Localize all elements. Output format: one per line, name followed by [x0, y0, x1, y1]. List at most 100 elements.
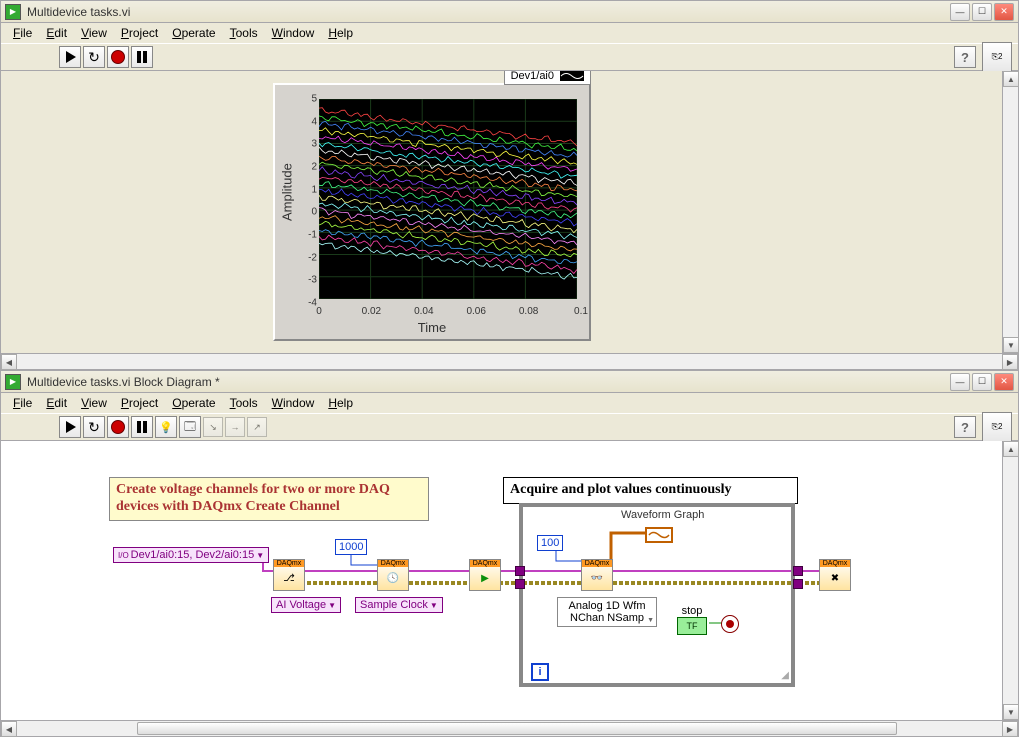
horizontal-scrollbar[interactable]: ◀ ▶: [1, 720, 1018, 736]
minimize-button[interactable]: —: [950, 3, 970, 21]
abort-button[interactable]: [107, 416, 129, 438]
menu-edit[interactable]: Edit: [40, 24, 73, 42]
stop-button-terminal[interactable]: stop TF: [677, 605, 707, 635]
run-button[interactable]: [59, 46, 81, 68]
daqmx-header: DAQmx: [274, 560, 304, 567]
step-into-button[interactable]: ↘: [203, 417, 223, 437]
run-button[interactable]: [59, 416, 81, 438]
loop-tunnel-error[interactable]: [515, 579, 525, 589]
menu-operate[interactable]: Operate: [166, 394, 221, 412]
comment-acquire: Acquire and plot values continuously: [503, 477, 798, 504]
scroll-thumb[interactable]: [137, 722, 897, 735]
maximize-button[interactable]: ☐: [972, 3, 992, 21]
minimize-button[interactable]: —: [950, 373, 970, 391]
vertical-scrollbar[interactable]: ▲ ▼: [1002, 441, 1018, 720]
loop-tunnel-task-out[interactable]: [793, 566, 803, 576]
selector-label: AI Voltage: [276, 599, 326, 611]
scroll-left-button[interactable]: ◀: [1, 721, 17, 737]
menu-window[interactable]: Window: [266, 24, 321, 42]
titlebar[interactable]: ▶ Multidevice tasks.vi — ☐ ✕: [1, 1, 1018, 23]
pause-button[interactable]: [131, 46, 153, 68]
menu-edit[interactable]: Edit: [40, 394, 73, 412]
abort-button[interactable]: [107, 46, 129, 68]
daqmx-clear-task-vi[interactable]: DAQmx ✖: [819, 559, 851, 591]
horizontal-scrollbar[interactable]: ◀ ▶: [1, 353, 1018, 369]
scroll-up-button[interactable]: ▲: [1003, 441, 1019, 457]
vi-icon-pane[interactable]: ⎘2: [982, 412, 1012, 442]
resize-handle-icon[interactable]: ◢: [781, 670, 789, 681]
clear-icon: ✖: [831, 567, 839, 590]
daqmx-timing-vi[interactable]: DAQmx 🕓: [377, 559, 409, 591]
scroll-right-button[interactable]: ▶: [1002, 354, 1018, 370]
daqmx-create-channel-vi[interactable]: DAQmx ⎇: [273, 559, 305, 591]
run-continuously-button[interactable]: [83, 416, 105, 438]
loop-condition-terminal[interactable]: [721, 615, 739, 633]
block-diagram-canvas[interactable]: Create voltage channels for two or more …: [1, 441, 1002, 720]
menu-tools[interactable]: Tools: [224, 394, 264, 412]
daqmx-start-task-vi[interactable]: DAQmx ▶: [469, 559, 501, 591]
highlight-execution-button[interactable]: [155, 416, 177, 438]
x-tick: 0.06: [466, 306, 485, 317]
waveform-graph-terminal[interactable]: [645, 527, 673, 543]
physical-channels-constant[interactable]: I/O Dev1/ai0:15, Dev2/ai0:15 ▼: [113, 547, 269, 563]
plot-area: [319, 99, 577, 299]
menubar: File Edit View Project Operate Tools Win…: [1, 23, 1018, 43]
plot-legend[interactable]: Dev1/ai0: [504, 71, 591, 85]
run-continuously-button[interactable]: [83, 46, 105, 68]
close-button[interactable]: ✕: [994, 3, 1014, 21]
titlebar[interactable]: ▶ Multidevice tasks.vi Block Diagram * —…: [1, 371, 1018, 393]
vi-icon-pane[interactable]: ⎘2: [982, 42, 1012, 72]
pause-button[interactable]: [131, 416, 153, 438]
rate-constant[interactable]: 1000: [335, 539, 367, 555]
loop-tunnel-error-out[interactable]: [793, 579, 803, 589]
scroll-down-button[interactable]: ▼: [1003, 704, 1019, 720]
vi-file-icon: ▶: [5, 4, 21, 20]
vertical-scrollbar[interactable]: ▲ ▼: [1002, 71, 1018, 353]
daqmx-read-vi[interactable]: DAQmx 👓: [581, 559, 613, 591]
menu-project[interactable]: Project: [115, 24, 164, 42]
close-button[interactable]: ✕: [994, 373, 1014, 391]
menu-help[interactable]: Help: [322, 24, 359, 42]
y-tick: -4: [295, 298, 317, 309]
front-panel-canvas[interactable]: Dev1/ai0 Amplitude Time -4-3-2-101234500…: [1, 71, 1002, 353]
dropdown-arrow-icon[interactable]: ▼: [256, 551, 264, 560]
selector-label: Analog 1D Wfm NChan NSamp: [568, 600, 645, 624]
step-out-button[interactable]: ↗: [247, 417, 267, 437]
polymorphic-selector-voltage[interactable]: AI Voltage ▼: [271, 597, 341, 613]
waveform-graph-label: Waveform Graph: [621, 509, 704, 521]
channel-string: Dev1/ai0:15, Dev2/ai0:15: [131, 549, 255, 561]
menu-view[interactable]: View: [75, 394, 113, 412]
daqmx-header: DAQmx: [378, 560, 408, 567]
selector-label: Sample Clock: [360, 599, 428, 611]
dropdown-arrow-icon[interactable]: ▼: [430, 601, 438, 610]
scroll-up-button[interactable]: ▲: [1003, 71, 1019, 87]
menu-operate[interactable]: Operate: [166, 24, 221, 42]
scroll-left-button[interactable]: ◀: [1, 354, 17, 370]
scroll-right-button[interactable]: ▶: [1002, 721, 1018, 737]
menu-file[interactable]: File: [7, 394, 38, 412]
dropdown-arrow-icon[interactable]: ▼: [328, 601, 336, 610]
loop-tunnel-task[interactable]: [515, 566, 525, 576]
dropdown-arrow-icon[interactable]: ▼: [647, 617, 654, 624]
menu-help[interactable]: Help: [322, 394, 359, 412]
waveform-graph[interactable]: Dev1/ai0 Amplitude Time -4-3-2-101234500…: [273, 83, 591, 341]
daqmx-header: DAQmx: [820, 560, 850, 567]
samples-constant[interactable]: 100: [537, 535, 563, 551]
menu-file[interactable]: File: [7, 24, 38, 42]
context-help-button[interactable]: ?: [954, 46, 976, 68]
context-help-button[interactable]: ?: [954, 416, 976, 438]
scroll-down-button[interactable]: ▼: [1003, 337, 1019, 353]
polymorphic-selector-read[interactable]: Analog 1D Wfm NChan NSamp ▼: [557, 597, 657, 627]
y-tick: 4: [295, 116, 317, 127]
menu-window[interactable]: Window: [266, 394, 321, 412]
retain-wire-values-button[interactable]: [179, 416, 201, 438]
iteration-terminal[interactable]: i: [531, 663, 549, 681]
step-over-button[interactable]: →: [225, 417, 245, 437]
menu-project[interactable]: Project: [115, 394, 164, 412]
menu-tools[interactable]: Tools: [224, 24, 264, 42]
maximize-button[interactable]: ☐: [972, 373, 992, 391]
menu-view[interactable]: View: [75, 24, 113, 42]
vi-file-icon: ▶: [5, 374, 21, 390]
toolbar: ? ⎘2: [1, 43, 1018, 71]
polymorphic-selector-clock[interactable]: Sample Clock ▼: [355, 597, 443, 613]
